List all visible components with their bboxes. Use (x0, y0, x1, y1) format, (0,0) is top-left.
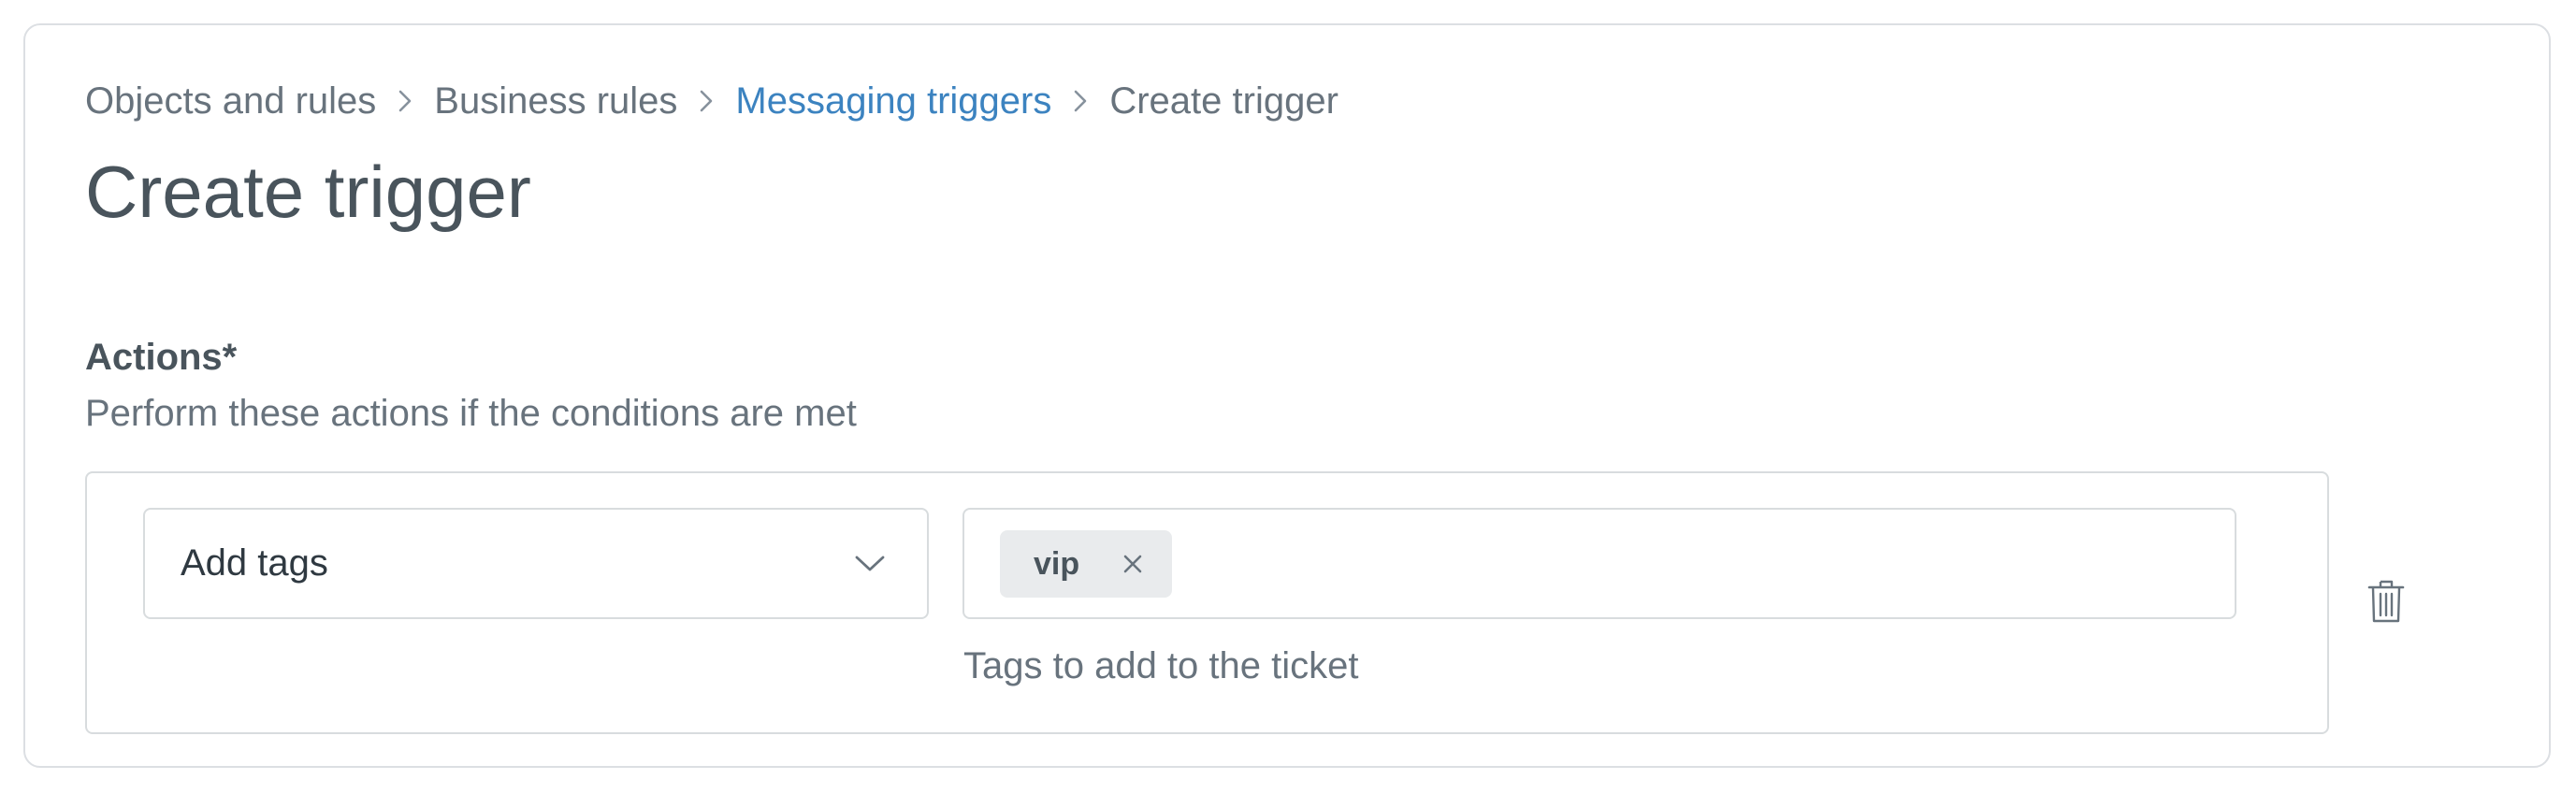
breadcrumb-objects-and-rules[interactable]: Objects and rules (85, 80, 376, 123)
chevron-right-icon (1051, 82, 1109, 120)
tag-label: vip (1034, 545, 1080, 582)
actions-section-label: Actions* (85, 337, 238, 378)
breadcrumb-business-rules[interactable]: Business rules (434, 80, 677, 123)
chevron-right-icon (677, 82, 735, 120)
breadcrumb-messaging-triggers[interactable]: Messaging triggers (735, 80, 1051, 123)
action-type-select-value: Add tags (181, 542, 328, 584)
tags-field-hint: Tags to add to the ticket (963, 645, 1359, 686)
tag-chip: vip (1000, 530, 1172, 598)
breadcrumb-current-page: Create trigger (1109, 79, 1339, 122)
breadcrumb: Objects and rules Business rules Messagi… (85, 75, 1339, 127)
chevron-down-icon (855, 556, 885, 571)
page-title: Create trigger (85, 151, 531, 233)
trash-icon[interactable] (2366, 578, 2406, 625)
chevron-right-icon (376, 82, 434, 120)
close-icon[interactable] (1122, 553, 1144, 575)
tags-input[interactable]: vip (962, 508, 2236, 619)
action-type-select[interactable]: Add tags (143, 508, 929, 619)
actions-section-hint: Perform these actions if the conditions … (85, 393, 857, 434)
